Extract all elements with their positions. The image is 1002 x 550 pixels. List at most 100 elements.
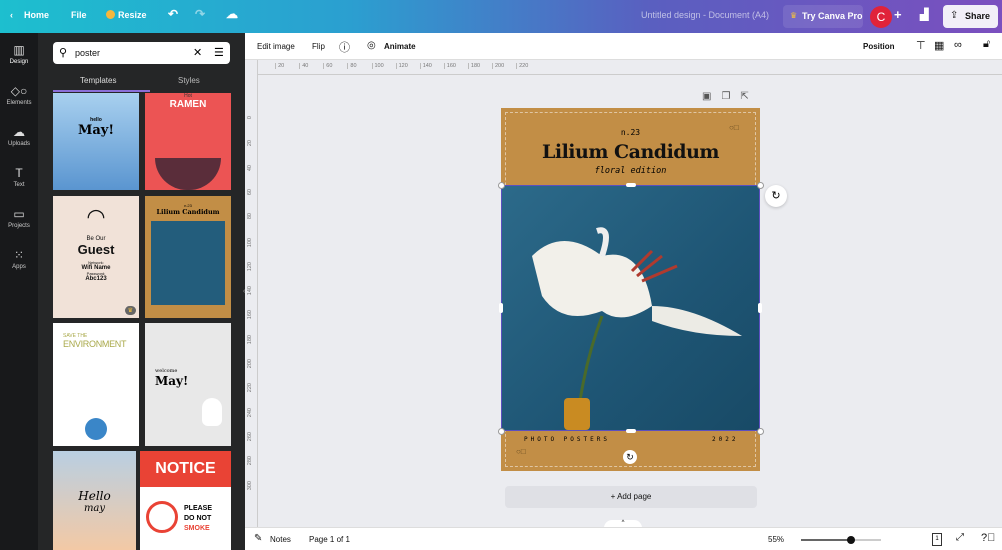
share-icon: ⇪: [950, 10, 959, 21]
duplicate-page-icon[interactable]: ❐: [721, 91, 740, 102]
rail-design[interactable]: ▥ Design: [0, 43, 38, 65]
page-actions: ▣❐⇱: [702, 91, 759, 102]
home-button[interactable]: Home: [24, 10, 49, 20]
template-photo: [151, 221, 225, 305]
resize-button[interactable]: Resize: [118, 10, 147, 20]
zoom-level[interactable]: 55%: [768, 535, 784, 544]
undo-icon[interactable]: ↶: [168, 7, 178, 21]
add-page-icon[interactable]: ⇱: [740, 91, 758, 102]
comment-icon[interactable]: ↻: [765, 185, 787, 207]
vertical-ruler: 0 20 40 60 80 100 120 140 160 180 200 220 240 260 280 3…: [245, 60, 258, 527]
back-chevron-icon[interactable]: ‹: [10, 10, 13, 20]
rail-text[interactable]: T Text: [0, 166, 38, 188]
side-rail: ▥ Design ◇○ Elements ☁ Uploads T Text ▭ Proje…: [0, 33, 38, 550]
template-text: DO NOT: [184, 515, 212, 522]
rail-apps[interactable]: ⁙ Apps: [0, 248, 38, 270]
try-canva-pro-button[interactable]: ♛ Try Canva Pro: [783, 5, 863, 28]
lily-photo[interactable]: [501, 185, 760, 431]
wifi-icon: ◠: [86, 204, 106, 229]
template-wifi-guest[interactable]: ◠ Be Our Guest Network: Wifi Name Passwo…: [53, 196, 139, 318]
ruler-label: 20: [275, 63, 284, 69]
poster-number[interactable]: n.23: [501, 128, 760, 137]
ruler-label: 0: [247, 116, 253, 120]
template-text: ENVIRONMENT: [63, 339, 127, 349]
ruler-label: 240: [247, 407, 253, 417]
template-hello-may[interactable]: hello May!: [53, 93, 139, 190]
add-page-button[interactable]: + Add page: [505, 486, 757, 508]
ruler-label: 20: [247, 140, 253, 147]
avatar[interactable]: C: [870, 6, 892, 28]
crown-icon: [106, 10, 115, 19]
paint-roller-icon[interactable]: ⊤: [916, 39, 926, 52]
tab-styles[interactable]: Styles: [178, 76, 200, 85]
poster-title[interactable]: Lilium Candidum: [501, 141, 760, 163]
animate-icon: ◎: [367, 40, 376, 51]
zoom-slider[interactable]: [801, 536, 881, 544]
help-icon[interactable]: ?⃝: [981, 532, 995, 544]
resize-handle[interactable]: [498, 182, 505, 189]
resize-handle[interactable]: [758, 303, 762, 313]
ruler-label: 180: [467, 63, 480, 69]
lock-page-icon[interactable]: ▣: [702, 91, 721, 102]
fullscreen-icon[interactable]: ⤢: [956, 532, 964, 543]
transparency-icon[interactable]: ▦: [934, 39, 944, 52]
redo-icon[interactable]: ↷: [195, 7, 205, 21]
ruler-label: 100: [371, 63, 384, 69]
shapes-decoration-icon: ○□: [516, 447, 526, 456]
analytics-icon[interactable]: ▟: [920, 8, 928, 21]
resize-handle[interactable]: [499, 303, 503, 313]
resize-handle[interactable]: [498, 428, 505, 435]
template-hello-may-sky[interactable]: Hello may: [53, 451, 136, 550]
poster-footer-left[interactable]: PHOTO POSTERS: [524, 436, 610, 443]
rail-elements[interactable]: ◇○ Elements: [0, 84, 38, 106]
zoom-slider-knob[interactable]: [846, 536, 855, 544]
link-icon[interactable]: ∞: [954, 39, 962, 51]
template-welcome-may[interactable]: welcome May!: [145, 323, 231, 446]
poster-footer-right[interactable]: 2022: [712, 436, 738, 443]
resize-handle[interactable]: [626, 183, 636, 187]
lock-icon[interactable]: 🔓︎: [983, 38, 990, 51]
ruler-label: 300: [247, 480, 253, 490]
rail-uploads[interactable]: ☁ Uploads: [0, 125, 38, 147]
clear-icon[interactable]: ✕: [193, 46, 202, 59]
document-title[interactable]: Untitled design - Document (A4): [641, 10, 769, 20]
template-lilium[interactable]: n.23 Lilium Candidum: [145, 196, 231, 318]
ruler-label: 160: [247, 310, 253, 320]
search-value: poster: [75, 48, 101, 58]
add-member-icon[interactable]: +: [894, 7, 902, 22]
edit-image-button[interactable]: Edit image: [257, 42, 295, 51]
file-menu[interactable]: File: [71, 10, 87, 20]
template-environment[interactable]: SAVE THE ENVIRONMENT: [53, 323, 139, 446]
globe-image: [85, 418, 107, 440]
page-indicator[interactable]: Page 1 of 1: [309, 535, 350, 544]
notes-button[interactable]: Notes: [270, 535, 291, 544]
template-ramen[interactable]: Hot RAMEN: [145, 93, 231, 190]
poster-subtitle[interactable]: floral edition: [501, 166, 760, 176]
info-icon[interactable]: ⓘ: [339, 39, 350, 55]
template-text: Abc123: [85, 276, 107, 282]
resize-handle[interactable]: [757, 182, 764, 189]
flip-button[interactable]: Flip: [312, 42, 325, 51]
tab-templates[interactable]: Templates: [80, 76, 116, 85]
filter-icon[interactable]: ☰: [214, 46, 224, 59]
rail-projects[interactable]: ▭ Projects: [0, 207, 38, 229]
ruler-label: 200: [492, 63, 504, 69]
context-toolbar: Edit image Flip ⓘ ◎ Animate Position ⊤ ▦…: [245, 33, 1002, 60]
rotate-icon[interactable]: ↻: [623, 450, 637, 464]
page-grid-view-button[interactable]: 1: [932, 533, 942, 546]
shapes-decoration-icon: ○□: [729, 123, 739, 132]
top-bar: ‹ Home File Resize ↶ ↷ ☁ Untitled design…: [0, 0, 1002, 33]
animate-button[interactable]: Animate: [384, 42, 416, 51]
search-input[interactable]: ⚲ poster ✕ ☰: [53, 42, 230, 64]
notes-icon: ✎: [254, 533, 263, 544]
share-label: Share: [965, 11, 991, 21]
share-button[interactable]: ⇪ Share: [943, 5, 998, 28]
resize-handle[interactable]: [626, 429, 636, 433]
template-text: may: [83, 503, 106, 514]
resize-handle[interactable]: [757, 428, 764, 435]
template-notice[interactable]: NOTICE PLEASE DO NOT SMOKE: [140, 451, 231, 550]
ruler-label: 280: [247, 456, 253, 466]
position-button[interactable]: Position: [863, 42, 895, 51]
cloud-save-icon[interactable]: ☁: [226, 7, 238, 21]
no-smoking-icon: [146, 501, 178, 533]
